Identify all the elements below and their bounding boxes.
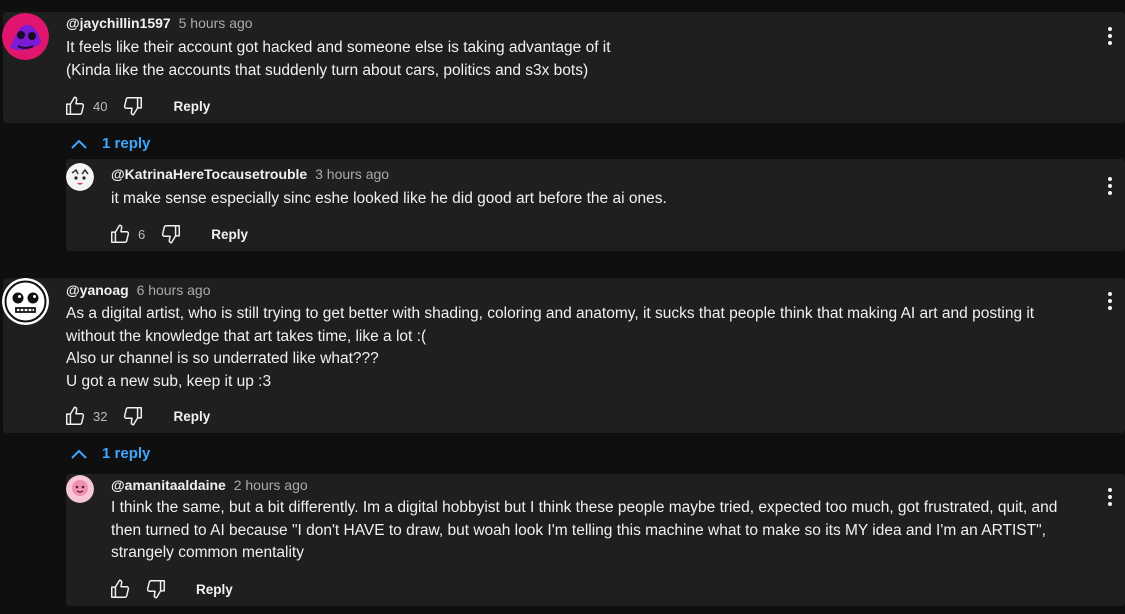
timestamp[interactable]: 5 hours ago	[179, 15, 253, 31]
timestamp[interactable]: 6 hours ago	[137, 282, 211, 298]
replies-count: 1 reply	[102, 135, 151, 152]
comment-line: Also ur channel is so underrated like wh…	[66, 350, 379, 367]
avatar[interactable]	[66, 163, 94, 191]
reply-button[interactable]: Reply	[196, 582, 233, 597]
reply-actions: Reply	[108, 577, 233, 601]
replies-toggle[interactable]: 1 reply	[70, 135, 150, 152]
avatar-image	[66, 163, 94, 191]
reply-button[interactable]: Reply	[211, 227, 248, 242]
timestamp[interactable]: 3 hours ago	[315, 166, 389, 182]
thumbs-down-icon[interactable]	[144, 577, 168, 601]
avatar[interactable]	[66, 475, 94, 503]
avatar[interactable]	[2, 13, 49, 60]
more-actions-button[interactable]	[1103, 174, 1117, 198]
reply-button[interactable]: Reply	[173, 409, 210, 424]
reply-header: @amanitaaldaine 2 hours ago	[111, 477, 308, 493]
reply-text: I think the same, but a bit differently.…	[111, 497, 1057, 565]
comment-actions: 32 Reply	[63, 404, 210, 428]
thumbs-down-icon[interactable]	[159, 222, 183, 246]
comment-actions: 40 Reply	[63, 94, 210, 118]
more-actions-button[interactable]	[1103, 24, 1117, 48]
comment-line: I think the same, but a bit differently.…	[111, 499, 1058, 516]
reply-header: @KatrinaHereTocausetrouble 3 hours ago	[111, 166, 389, 182]
chevron-up-icon	[70, 138, 88, 150]
reply-button[interactable]: Reply	[173, 99, 210, 114]
reply-actions: 6 Reply	[108, 222, 248, 246]
reply-text: it make sense especially sinc eshe looke…	[111, 188, 667, 211]
thumbs-up-icon[interactable]	[108, 222, 132, 246]
like-count: 6	[138, 226, 146, 242]
comment-line: then turned to AI because "I don't HAVE …	[111, 521, 1046, 539]
thumbs-down-icon[interactable]	[121, 404, 145, 428]
comment-line: it make sense especially sinc eshe looke…	[111, 190, 667, 207]
comment-line: without the knowledge that art takes tim…	[66, 327, 427, 345]
avatar-image	[2, 278, 49, 325]
thumbs-up-icon[interactable]	[63, 94, 87, 118]
more-actions-button[interactable]	[1103, 485, 1117, 509]
author-handle[interactable]: @yanoag	[66, 282, 129, 298]
thumbs-down-icon[interactable]	[121, 94, 145, 118]
comment-line: It feels like their account got hacked a…	[66, 39, 611, 56]
avatar-image	[66, 475, 94, 503]
more-actions-button[interactable]	[1103, 289, 1117, 313]
author-handle[interactable]: @KatrinaHereTocausetrouble	[111, 166, 307, 182]
comment-line: U got a new sub, keep it up :3	[66, 372, 272, 390]
comment-header: @jaychillin1597 5 hours ago	[66, 15, 253, 31]
like-count: 40	[93, 98, 108, 114]
replies-count: 1 reply	[102, 445, 151, 462]
thumbs-up-icon[interactable]	[108, 577, 132, 601]
comment-header: @yanoag 6 hours ago	[66, 282, 211, 298]
avatar[interactable]	[2, 278, 49, 325]
author-handle[interactable]: @amanitaaldaine	[111, 477, 226, 493]
like-count: 32	[93, 408, 108, 424]
replies-toggle[interactable]: 1 reply	[70, 445, 150, 462]
chevron-up-icon	[70, 448, 88, 460]
comment-line: As a digital artist, who is still trying…	[66, 305, 1035, 322]
comment-line: (Kinda like the accounts that suddenly t…	[66, 61, 589, 79]
timestamp[interactable]: 2 hours ago	[234, 477, 308, 493]
thumbs-up-icon[interactable]	[63, 404, 87, 428]
comment-text: As a digital artist, who is still trying…	[66, 303, 1034, 393]
comment-line: strangely common mentality	[111, 544, 304, 561]
author-handle[interactable]: @jaychillin1597	[66, 15, 171, 31]
avatar-image	[2, 13, 49, 60]
comment-text: It feels like their account got hacked a…	[66, 37, 611, 82]
